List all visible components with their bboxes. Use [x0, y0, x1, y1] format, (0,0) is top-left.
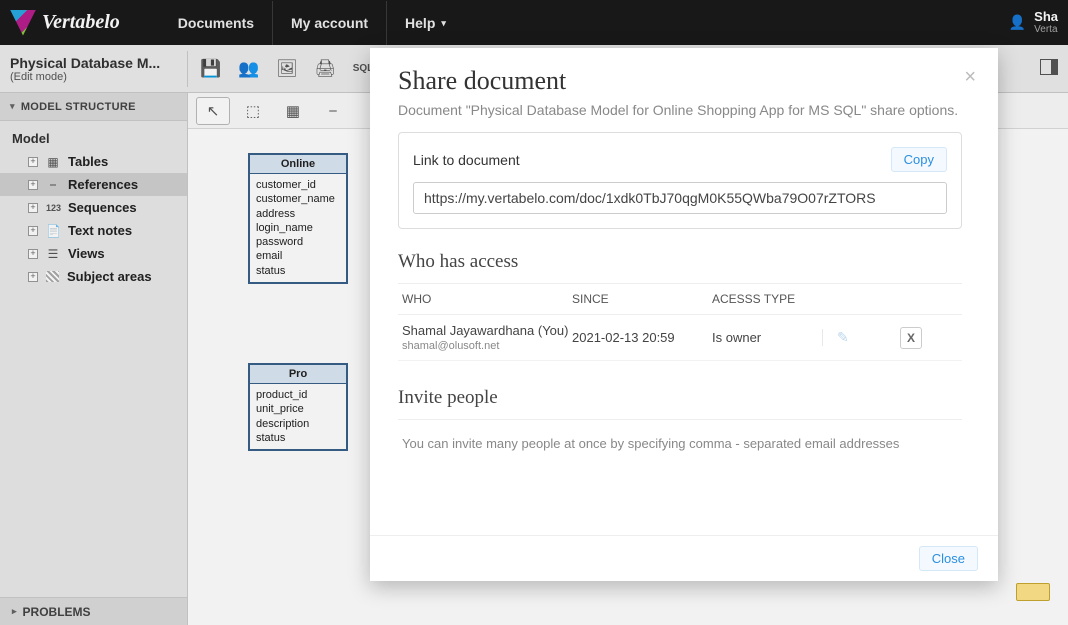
- edit-access-icon[interactable]: ✎: [822, 329, 882, 346]
- cell-type: Is owner: [712, 330, 822, 345]
- col-type: ACESSS TYPE: [712, 292, 822, 306]
- table-header: WHO SINCE ACESSS TYPE: [398, 284, 962, 315]
- copy-button[interactable]: Copy: [891, 147, 947, 172]
- link-panel: Link to document Copy: [398, 132, 962, 229]
- link-label: Link to document: [413, 152, 520, 168]
- share-dialog: Share document Document "Physical Databa…: [370, 48, 998, 581]
- document-link-input[interactable]: [413, 182, 947, 214]
- close-icon[interactable]: ×: [964, 66, 976, 89]
- remove-access-button[interactable]: X: [900, 327, 922, 349]
- table-row: Shamal Jayawardhana (You) shamal@olusoft…: [398, 315, 962, 361]
- col-since: SINCE: [572, 292, 712, 306]
- dialog-title: Share document: [398, 66, 970, 96]
- cell-who: Shamal Jayawardhana (You) shamal@olusoft…: [402, 323, 572, 352]
- dialog-body: Link to document Copy Who has access WHO…: [370, 132, 998, 535]
- access-user-email: shamal@olusoft.net: [402, 340, 572, 352]
- invite-heading: Invite people: [398, 387, 962, 409]
- col-who: WHO: [402, 292, 572, 306]
- access-table: WHO SINCE ACESSS TYPE Shamal Jayawardhan…: [398, 283, 962, 361]
- close-button[interactable]: Close: [919, 546, 978, 571]
- dialog-header: Share document Document "Physical Databa…: [370, 48, 998, 132]
- access-user-name: Shamal Jayawardhana (You): [402, 323, 572, 338]
- dialog-scroll[interactable]: Link to document Copy Who has access WHO…: [398, 132, 978, 512]
- invite-hint: You can invite many people at once by sp…: [398, 419, 962, 451]
- cell-since: 2021-02-13 20:59: [572, 330, 712, 345]
- dialog-footer: Close: [370, 535, 998, 581]
- access-heading: Who has access: [398, 251, 962, 273]
- dialog-subtitle: Document "Physical Database Model for On…: [398, 102, 970, 118]
